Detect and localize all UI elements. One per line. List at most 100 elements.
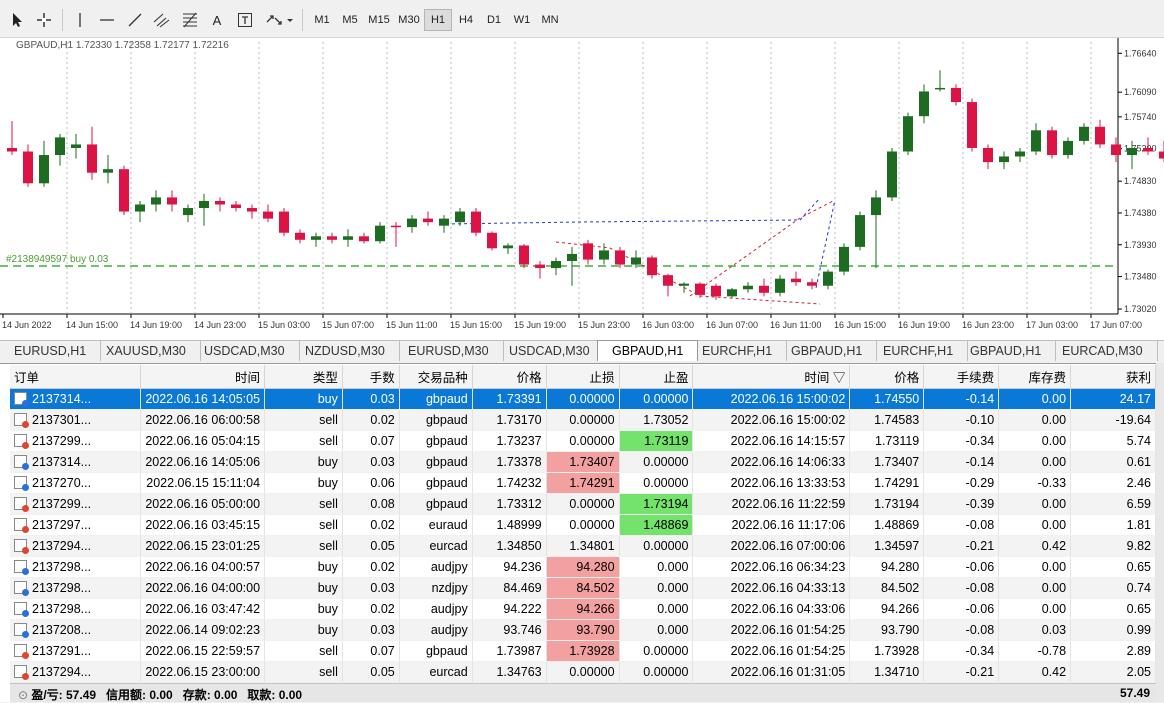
column-header[interactable]: 订单 <box>10 365 142 389</box>
timeframe-m15-button[interactable]: M15 <box>364 9 394 31</box>
table-row[interactable]: 2137291... 2022.06.15 22:59:57 sell 0.07 gbp… <box>10 640 1156 662</box>
table-row[interactable]: 2137301... 2022.06.16 06:00:58 sell 0.02 gbp… <box>10 409 1156 431</box>
column-header[interactable]: 交易品种 <box>399 365 473 389</box>
cell-t: 2022.06.16 03:45:15 <box>140 514 266 536</box>
cell-s: audjpy <box>399 556 473 578</box>
column-header[interactable]: 手数 <box>342 365 400 389</box>
table-row[interactable]: 2137294... 2022.06.15 23:01:25 sell 0.05 eur… <box>10 535 1156 557</box>
history-table: 订单 时间 类型 手数 交易品种 价格 止损 止盈 时间 ▽ 价格 手续费 库存费 获利 2137314… <box>10 365 1156 683</box>
price-tick-label: 1.74830 <box>1124 176 1157 186</box>
chart-tab[interactable]: USDCAD,M30 <box>190 341 300 361</box>
timeframe-m5-button[interactable]: M5 <box>336 9 364 31</box>
time-tick-label: 16 Jun 11:00 <box>770 320 821 330</box>
chart-tab[interactable]: EURCHF,H1 <box>869 341 969 361</box>
vertical-line-icon[interactable] <box>70 9 90 31</box>
cursor-icon[interactable] <box>6 9 28 31</box>
column-header[interactable]: 时间 <box>140 365 266 389</box>
column-header[interactable]: 价格 <box>849 365 925 389</box>
table-row[interactable]: 2137297... 2022.06.16 03:45:15 sell 0.02 eur… <box>10 514 1156 536</box>
time-tick-label: 15 Jun 15:00 <box>450 320 502 330</box>
cell-ct: 2022.06.16 11:17:06 <box>692 514 851 536</box>
timeframe-h4-button[interactable]: H4 <box>452 9 480 31</box>
order-id: 2137297... <box>32 517 92 532</box>
cell-ct: 2022.06.16 07:00:06 <box>692 535 851 557</box>
chart-tab[interactable]: XAUUSD,M30 <box>92 341 201 361</box>
table-row[interactable]: 2137298... 2022.06.16 04:00:00 buy 0.03 nzdj… <box>10 577 1156 599</box>
cell-t: 2022.06.15 15:11:04 <box>140 472 266 494</box>
cell-pr: 2.05 <box>1070 661 1156 683</box>
cell-sl: 94.266 <box>546 598 620 620</box>
table-row[interactable]: 2137270... 2022.06.15 15:11:04 buy 0.06 gbpa… <box>10 472 1156 494</box>
fibonacci-icon[interactable] <box>178 9 202 31</box>
chart-tab[interactable]: NZDUSD,M30 <box>291 341 400 361</box>
order-cell: 2137314... <box>10 451 142 473</box>
cell-s: gbpaud <box>399 640 473 662</box>
candle-body <box>1047 130 1057 156</box>
candle-body <box>823 271 833 286</box>
timeframe-m30-button[interactable]: M30 <box>394 9 424 31</box>
table-row[interactable]: 2137299... 2022.06.16 05:00:00 sell 0.08 gbp… <box>10 493 1156 515</box>
candle-body <box>55 137 65 156</box>
table-row[interactable]: 2137299... 2022.06.16 05:04:15 sell 0.07 gbp… <box>10 430 1156 452</box>
candle-body <box>919 91 929 117</box>
table-row[interactable]: 2137298... 2022.06.16 03:47:42 buy 0.02 audj… <box>10 598 1156 620</box>
vertical-scrollbar[interactable] <box>1156 363 1164 702</box>
timeframe-w1-button[interactable]: W1 <box>508 9 536 31</box>
cell-s: gbpaud <box>399 430 473 452</box>
column-header[interactable]: 库存费 <box>998 365 1072 389</box>
arrows-menu-icon[interactable] <box>262 9 296 31</box>
chart-tab[interactable]: GBPAUD,H1 <box>597 340 699 361</box>
chart-tab[interactable]: EURUSD,M30 <box>394 341 504 361</box>
price-chart[interactable]: 1.76640 1.76090 1.75740 1.75290 1.74830 1.743… <box>0 38 1164 340</box>
timeframe-mn-button[interactable]: MN <box>536 9 564 31</box>
column-header[interactable]: 手续费 <box>923 365 1000 389</box>
chart-tab[interactable]: USDCAD,M30 <box>495 341 605 361</box>
cell-ty: sell <box>264 661 343 683</box>
column-header[interactable]: 时间 ▽ <box>692 365 851 389</box>
column-header[interactable]: 止盈 <box>619 365 694 389</box>
candle-body <box>887 151 897 198</box>
candle-body <box>487 232 497 249</box>
price-tick-label: 1.74380 <box>1124 208 1157 218</box>
chart-tab[interactable]: GBPAUD,H1 <box>777 341 878 361</box>
cell-l: 0.02 <box>342 598 400 620</box>
table-row[interactable]: 2137314... 2022.06.16 14:05:05 buy 0.03 gbpa… <box>10 388 1156 410</box>
timeframe-d1-button[interactable]: D1 <box>480 9 508 31</box>
cell-pr: 9.82 <box>1070 535 1156 557</box>
candle-body <box>199 200 209 209</box>
cell-l: 0.02 <box>342 556 400 578</box>
timeframe-h1-button[interactable]: H1 <box>424 9 452 31</box>
column-header[interactable]: 获利 <box>1070 365 1156 389</box>
cell-cp: 94.280 <box>849 556 925 578</box>
crosshair-icon[interactable] <box>32 9 56 31</box>
cell-pr: 1.81 <box>1070 514 1156 536</box>
column-header[interactable]: 类型 <box>264 365 343 389</box>
column-header[interactable]: 止损 <box>546 365 620 389</box>
chart-tab[interactable]: EURCAD,M30 <box>1048 341 1158 361</box>
cell-p: 1.48999 <box>472 514 547 536</box>
chart-tab[interactable]: GBPAUD,H1 <box>956 341 1057 361</box>
candle-body <box>343 236 353 240</box>
sell-order-icon <box>14 496 29 512</box>
candle-body <box>375 225 385 242</box>
table-row[interactable]: 2137208... 2022.06.14 09:02:23 buy 0.03 audj… <box>10 619 1156 641</box>
chart-tab[interactable]: EURCHF,H1 <box>688 341 788 361</box>
timeframe-m1-button[interactable]: M1 <box>308 9 336 31</box>
table-row[interactable]: 2137314... 2022.06.16 14:05:06 buy 0.03 gbpa… <box>10 451 1156 473</box>
horizontal-line-icon[interactable] <box>96 9 118 31</box>
cell-c: -0.06 <box>923 556 1000 578</box>
cell-p: 1.73237 <box>472 430 547 452</box>
equidistant-channel-icon[interactable] <box>150 9 174 31</box>
trend-line-icon[interactable] <box>124 9 146 31</box>
table-row[interactable]: 2137298... 2022.06.16 04:00:57 buy 0.02 audj… <box>10 556 1156 578</box>
chart-tab[interactable]: EURUSD,H1 <box>0 341 102 361</box>
column-header[interactable]: 价格 <box>472 365 547 389</box>
total-profit: 57.49 <box>1119 686 1150 700</box>
cell-s: gbpaud <box>399 388 473 410</box>
cell-sw: 0.00 <box>998 409 1072 431</box>
cell-p: 1.73391 <box>472 388 547 410</box>
text-tool-icon[interactable]: A <box>206 9 228 31</box>
cell-sl: 0.00000 <box>546 388 620 410</box>
text-label-icon[interactable] <box>234 9 256 31</box>
table-row[interactable]: 2137294... 2022.06.15 23:00:00 sell 0.05 eur… <box>10 661 1156 683</box>
